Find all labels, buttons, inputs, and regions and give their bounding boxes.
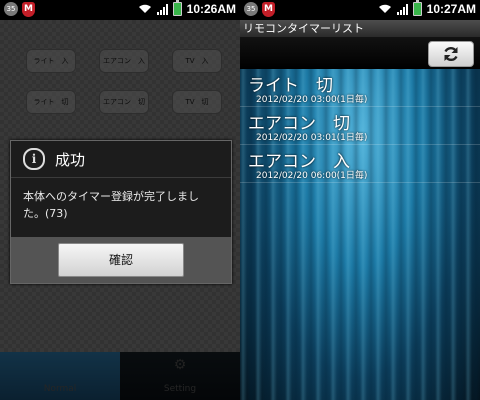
security-shield-icon: M xyxy=(262,2,275,17)
timer-list: ライト 切 2012/02/20 03:00(1日毎) エアコン 切 2012/… xyxy=(240,69,480,400)
security-shield-icon: M xyxy=(22,2,35,17)
wifi-icon xyxy=(138,4,151,13)
left-screen: 35 M 10:26AM ライト 入 エアコン 入 TV 入 ライト 切 エアコ… xyxy=(0,0,240,400)
signal-icon xyxy=(396,3,408,15)
confirm-button[interactable]: 確認 xyxy=(58,243,184,277)
right-screen: 35 M 10:27AM リモコンタイマーリスト ライト 切 2012/02/2… xyxy=(240,0,480,400)
app-title-bar: リモコンタイマーリスト xyxy=(240,20,480,37)
timer-schedule: 2012/02/20 06:00(1日毎) xyxy=(256,171,368,181)
wifi-icon xyxy=(378,4,391,13)
list-item[interactable]: ライト 切 2012/02/20 03:00(1日毎) xyxy=(240,70,480,107)
refresh-button[interactable] xyxy=(428,41,474,67)
toolbar xyxy=(240,37,480,70)
dialog-header: i 成功 xyxy=(11,141,231,178)
status-bar: 35 M 10:27AM xyxy=(240,0,480,20)
app-notification-icon: 35 xyxy=(4,2,18,16)
timer-schedule: 2012/02/20 03:00(1日毎) xyxy=(256,95,368,105)
clock: 10:27AM xyxy=(426,2,476,16)
refresh-icon xyxy=(444,46,458,62)
battery-icon xyxy=(172,0,182,16)
status-bar: 35 M 10:26AM xyxy=(0,0,240,20)
dialog-message: 本体へのタイマー登録が完了しました。(73) xyxy=(23,190,199,220)
app-notification-icon: 35 xyxy=(244,2,258,16)
info-icon: i xyxy=(23,148,45,170)
clock: 10:26AM xyxy=(186,2,236,16)
success-dialog: i 成功 本体へのタイマー登録が完了しました。(73) 確認 xyxy=(10,140,232,284)
timer-schedule: 2012/02/20 03:01(1日毎) xyxy=(256,133,368,143)
signal-icon xyxy=(156,3,168,15)
battery-icon xyxy=(412,0,422,16)
dialog-title: 成功 xyxy=(55,150,86,169)
list-item[interactable]: エアコン 切 2012/02/20 03:01(1日毎) xyxy=(240,108,480,145)
list-item[interactable]: エアコン 入 2012/02/20 06:00(1日毎) xyxy=(240,146,480,183)
dialog-footer: 確認 xyxy=(11,237,231,283)
